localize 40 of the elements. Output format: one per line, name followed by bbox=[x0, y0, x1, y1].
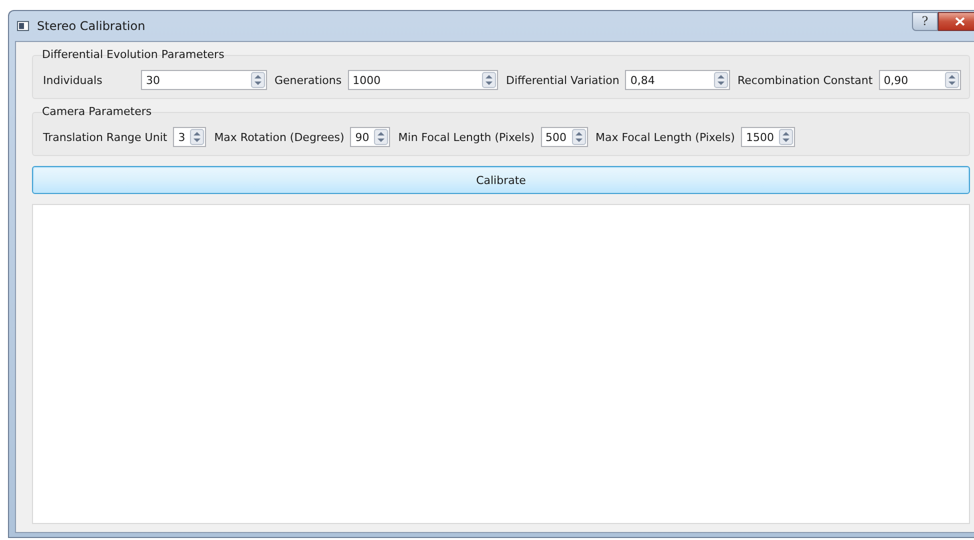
number-field[interactable]: 0,90 bbox=[880, 71, 944, 89]
number-field[interactable]: 3 bbox=[174, 128, 190, 146]
spin-button[interactable] bbox=[250, 72, 264, 88]
field-label: Differential Variation bbox=[506, 74, 620, 86]
field-label: Min Focal Length (Pixels) bbox=[398, 130, 534, 144]
spin-box[interactable]: 0,84 bbox=[625, 70, 730, 90]
field-label: Max Focal Length (Pixels) bbox=[596, 130, 735, 144]
field-label: Individuals bbox=[43, 74, 104, 86]
spin-button[interactable] bbox=[572, 129, 586, 145]
number-field[interactable]: 90 bbox=[351, 128, 374, 146]
spin-box[interactable]: 90 bbox=[350, 127, 390, 147]
spin-button[interactable] bbox=[190, 129, 204, 145]
number-field[interactable]: 1500 bbox=[742, 128, 778, 146]
calibrate-button[interactable]: Calibrate bbox=[32, 166, 970, 194]
group-title: Differential Evolution Parameters bbox=[42, 48, 224, 61]
spin-box[interactable]: 1500 bbox=[740, 127, 795, 147]
group-title: Camera Parameters bbox=[42, 105, 152, 118]
spin-button[interactable] bbox=[945, 72, 959, 88]
spin-button[interactable] bbox=[482, 72, 496, 88]
field-label: Max Rotation (Degrees) bbox=[214, 130, 344, 144]
window-icon bbox=[17, 21, 29, 31]
number-field[interactable]: 500 bbox=[542, 128, 570, 146]
spin-button[interactable] bbox=[374, 129, 388, 145]
close-button[interactable] bbox=[938, 12, 974, 30]
help-button[interactable]: ? bbox=[912, 12, 938, 30]
number-field[interactable]: 0,84 bbox=[626, 71, 712, 89]
number-field[interactable]: 30 bbox=[142, 71, 250, 89]
spin-box[interactable]: 1000 bbox=[348, 70, 498, 90]
field-label: Translation Range Unit bbox=[43, 130, 168, 144]
spin-box[interactable]: 3 bbox=[173, 127, 206, 147]
close-icon bbox=[954, 16, 964, 26]
field-label: Recombination Constant bbox=[738, 74, 873, 86]
field-label: Generations bbox=[274, 74, 342, 86]
spin-box[interactable]: 500 bbox=[540, 127, 588, 147]
spin-box[interactable]: 30 bbox=[141, 70, 266, 90]
number-field[interactable]: 1000 bbox=[348, 71, 481, 89]
window-title: Stereo Calibration bbox=[37, 19, 146, 33]
spin-button[interactable] bbox=[778, 129, 793, 145]
spin-box[interactable]: 0,90 bbox=[878, 70, 961, 90]
spin-button[interactable] bbox=[714, 72, 728, 88]
